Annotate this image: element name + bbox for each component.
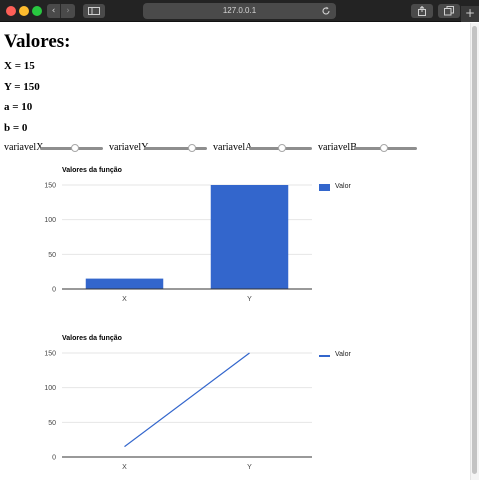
- page-heading: Valores:: [4, 31, 71, 52]
- show-tabs-button[interactable]: [438, 4, 460, 18]
- y-tick-label: 50: [48, 252, 56, 259]
- share-icon: [418, 6, 426, 16]
- x-tick-label: X: [122, 296, 127, 303]
- line-chart: 0 50 100 150 X Y Valores da função Valor: [4, 329, 374, 479]
- plus-icon: +: [464, 6, 476, 20]
- variable-y-value: Y = 150: [4, 81, 40, 93]
- sidebar-toggle-button[interactable]: [83, 4, 105, 18]
- navigation-buttons: ‹ ›: [47, 4, 75, 18]
- y-tick-label: 100: [44, 217, 56, 224]
- slider-label-variavela: variavelA: [213, 142, 253, 153]
- chevron-left-icon: ‹: [51, 6, 56, 16]
- bar-chart-title: Valores da função: [62, 167, 122, 174]
- tabs-icon: [444, 6, 454, 16]
- variable-b-value: b = 0: [4, 122, 28, 134]
- legend-swatch: [319, 184, 330, 191]
- y-tick-label: 150: [44, 183, 56, 190]
- close-window-button[interactable]: [6, 6, 16, 16]
- legend-swatch: [319, 355, 330, 357]
- slider-variavelb[interactable]: [354, 144, 417, 152]
- x-tick-label: X: [122, 464, 127, 471]
- slider-label-variavely: variavelY: [109, 142, 149, 153]
- slider-variavela[interactable]: [249, 144, 312, 152]
- web-page: Valores: X = 15 Y = 150 a = 10 b = 0 var…: [0, 23, 470, 480]
- back-button[interactable]: ‹: [47, 4, 61, 18]
- bar[interactable]: [85, 278, 164, 289]
- line-chart-svg: 0 50 100 150 X Y: [44, 351, 312, 471]
- address-bar[interactable]: 127.0.0.1: [143, 3, 336, 19]
- y-tick-label: 0: [52, 287, 56, 294]
- reload-icon[interactable]: [321, 6, 331, 16]
- zoom-window-button[interactable]: [32, 6, 42, 16]
- chevron-right-icon: ›: [66, 6, 70, 16]
- bar-chart: 0 50 100 150 X Y Valores da função Valor: [4, 161, 374, 311]
- slider-thumb-variavela[interactable]: [277, 144, 286, 152]
- slider-variavelx[interactable]: [40, 144, 103, 152]
- page-scrollbar-thumb[interactable]: [472, 26, 477, 474]
- y-tick-label: 100: [44, 385, 56, 392]
- minimize-window-button[interactable]: [19, 6, 29, 16]
- share-button[interactable]: [411, 4, 433, 18]
- slider-variavely[interactable]: [144, 144, 207, 152]
- legend-label: Valor: [335, 351, 351, 358]
- forward-button[interactable]: ›: [61, 4, 75, 18]
- x-tick-label: Y: [247, 296, 252, 303]
- slider-row: variavelX variavelY variavelA variavelB: [4, 141, 464, 155]
- series-line[interactable]: [124, 352, 250, 448]
- y-tick-label: 0: [52, 455, 56, 462]
- y-tick-label: 150: [44, 351, 56, 358]
- variable-x-value: X = 15: [4, 60, 35, 72]
- slider-thumb-variavelx[interactable]: [70, 144, 79, 152]
- legend-label: Valor: [335, 183, 351, 190]
- y-tick-label: 50: [48, 420, 56, 427]
- variable-a-value: a = 10: [4, 101, 33, 113]
- bar[interactable]: [210, 185, 289, 289]
- slider-label-variavelx: variavelX: [4, 142, 44, 153]
- url-text: 127.0.0.1: [222, 6, 257, 15]
- new-tab-button[interactable]: +: [461, 6, 479, 22]
- sidebar-icon: [88, 7, 100, 15]
- slider-thumb-variavely[interactable]: [187, 144, 196, 152]
- slider-label-variavelb: variavelB: [318, 142, 357, 153]
- x-tick-label: Y: [247, 464, 252, 471]
- slider-thumb-variavelb[interactable]: [380, 144, 389, 152]
- browser-toolbar: ‹ › 127.0.0.1 +: [0, 0, 479, 22]
- line-chart-title: Valores da função: [62, 335, 122, 342]
